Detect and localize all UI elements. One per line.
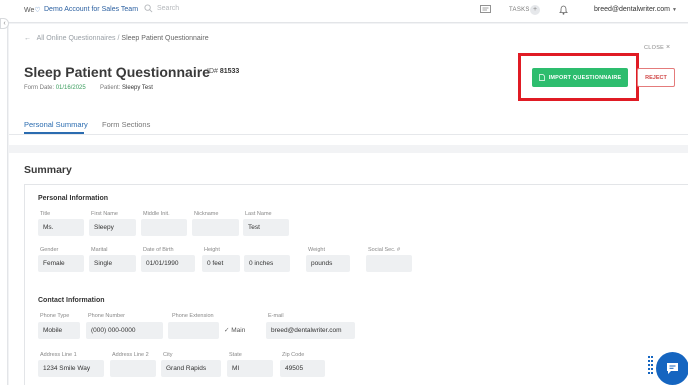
breadcrumb-parent[interactable]: All Online Questionnaires [37, 35, 116, 42]
first-name-field[interactable]: Sleepy [89, 219, 136, 236]
email-label: E-mail [268, 313, 284, 319]
section-separator [9, 145, 688, 153]
address2-label: Address Line 2 [112, 352, 149, 358]
height-label: Height [204, 247, 220, 253]
address1-field[interactable]: 1234 Smile Way [38, 360, 104, 377]
chevron-down-icon: ▼ [671, 7, 677, 13]
account-name[interactable]: Demo Account for Sales Team [44, 6, 138, 13]
nickname-field[interactable] [192, 219, 239, 236]
search-box[interactable]: Search [144, 4, 179, 13]
nickname-label: Nickname [194, 211, 219, 217]
middle-init-label: Middle Init. [143, 211, 170, 217]
dob-field[interactable]: 01/01/1990 [141, 255, 195, 272]
chat-widget-button[interactable] [656, 352, 688, 385]
tab-divider [9, 134, 688, 135]
document-icon [538, 74, 545, 81]
first-name-label: First Name [91, 211, 118, 217]
phone-extension-label: Phone Extension [172, 313, 214, 319]
summary-heading: Summary [24, 164, 72, 176]
check-icon: ✓ [224, 327, 230, 334]
questionnaire-id: ID# 81533 [207, 68, 240, 75]
title-label: Title [40, 211, 51, 217]
page-title: Sleep Patient Questionnaire [24, 64, 210, 80]
dob-label: Date of Birth [143, 247, 174, 253]
tasks-link[interactable]: TASKS [509, 7, 530, 13]
main-phone-checkbox[interactable]: ✓ Main [224, 326, 245, 334]
tab-personal-summary[interactable]: Personal Summary [24, 120, 88, 129]
state-label: State [229, 352, 242, 358]
phone-number-field[interactable]: (000) 000-0000 [86, 322, 163, 339]
breadcrumb-current: Sleep Patient Questionnaire [121, 35, 209, 42]
bell-icon[interactable] [559, 5, 568, 15]
zip-label: Zip Code [282, 352, 305, 358]
marital-label: Marital [91, 247, 108, 253]
height-feet-field[interactable]: 0 feet [202, 255, 240, 272]
last-name-field[interactable]: Test [243, 219, 289, 236]
tasks-add-button[interactable]: + [530, 5, 540, 15]
ssn-field[interactable] [366, 255, 412, 272]
city-field[interactable]: Grand Rapids [161, 360, 221, 377]
zip-field[interactable]: 49505 [280, 360, 325, 377]
import-questionnaire-button[interactable]: IMPORT QUESTIONNAIRE [532, 68, 628, 87]
message-icon[interactable] [480, 5, 491, 14]
close-button[interactable]: CLOSE × [644, 44, 670, 51]
gender-label: Gender [40, 247, 59, 253]
user-menu[interactable]: breed@dentalwriter.com ▼ [594, 6, 677, 13]
weight-field[interactable]: pounds [306, 255, 350, 272]
contact-info-heading: Contact Information [38, 297, 105, 304]
form-date: Form Date: 01/16/2025 [24, 85, 86, 91]
personal-info-heading: Personal Information [38, 195, 109, 202]
phone-extension-field[interactable] [168, 322, 219, 339]
weight-label: Weight [308, 247, 326, 253]
tab-form-sections[interactable]: Form Sections [102, 120, 150, 129]
last-name-label: Last Name [245, 211, 272, 217]
phone-type-field[interactable]: Mobile [38, 322, 80, 339]
address2-field[interactable] [110, 360, 156, 377]
patient-name: Patient: Sleepy Test [100, 85, 153, 91]
city-label: City [163, 352, 173, 358]
brand-logo[interactable]: We♡ [24, 6, 41, 14]
reject-button[interactable]: REJECT [637, 68, 675, 87]
height-inches-field[interactable]: 0 inches [244, 255, 290, 272]
phone-number-label: Phone Number [88, 313, 125, 319]
state-field[interactable]: MI [227, 360, 273, 377]
marital-field[interactable]: Single [89, 255, 136, 272]
breadcrumb: ← All Online Questionnaires / Sleep Pati… [24, 35, 209, 42]
address1-label: Address Line 1 [40, 352, 77, 358]
gender-field[interactable]: Female [38, 255, 84, 272]
grip-icon[interactable] [648, 356, 653, 376]
email-field[interactable]: breed@dentalwriter.com [266, 322, 355, 339]
title-field[interactable]: Ms. [38, 219, 84, 236]
phone-type-label: Phone Type [40, 313, 70, 319]
search-input[interactable]: Search [157, 5, 179, 12]
ssn-label: Social Sec. # [368, 247, 401, 253]
middle-init-field[interactable] [141, 219, 187, 236]
heart-icon: ♡ [34, 7, 41, 14]
search-icon [144, 4, 153, 13]
left-rail [0, 23, 8, 385]
chat-icon [667, 363, 678, 374]
back-arrow-icon[interactable]: ← [24, 35, 31, 42]
top-bar: We♡ Demo Account for Sales Team Search T… [0, 0, 688, 23]
